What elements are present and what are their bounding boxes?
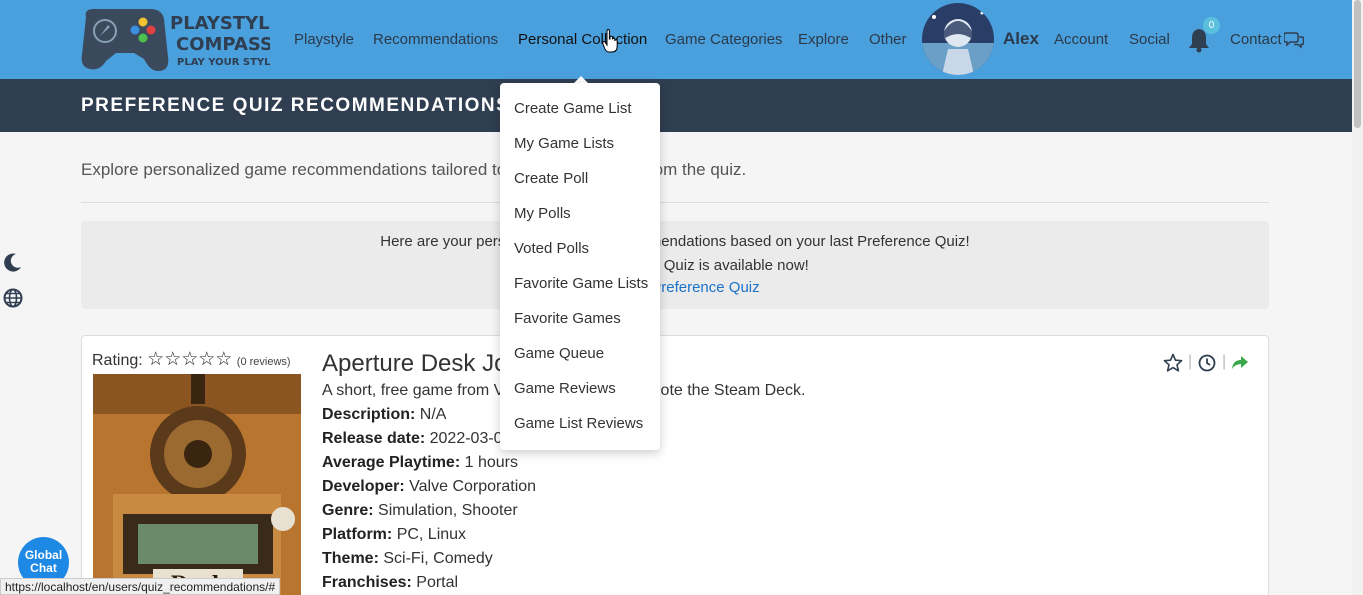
- field-label: Genre:: [322, 502, 374, 519]
- nav-game-categories[interactable]: Game Categories: [665, 31, 783, 48]
- game-release-date: Release date: 2022-03-01: [322, 430, 511, 448]
- menu-game-queue[interactable]: Game Queue: [514, 345, 604, 362]
- queue-clock-icon[interactable]: [1197, 353, 1217, 373]
- global-chat-line2: Chat: [30, 561, 57, 575]
- avatar[interactable]: [922, 3, 994, 75]
- game-description: Description: N/A: [322, 406, 446, 424]
- personal-collection-dropdown: Create Game List My Game Lists Create Po…: [500, 83, 660, 450]
- page-title: PREFERENCE QUIZ RECOMMENDATIONS: [81, 95, 511, 116]
- navbar: PLAYSTYLE COMPASS PLAY YOUR STYLE Playst…: [0, 0, 1352, 79]
- nav-account[interactable]: Account: [1054, 31, 1108, 48]
- field-label: Franchises:: [322, 574, 412, 591]
- rating-stars[interactable]: ☆☆☆☆☆: [147, 349, 232, 370]
- nav-explore[interactable]: Explore: [798, 31, 849, 48]
- menu-my-game-lists[interactable]: My Game Lists: [514, 135, 614, 152]
- game-cover-image[interactable]: Desk: [93, 374, 301, 595]
- nav-personal-collection[interactable]: Personal Collection: [518, 31, 647, 48]
- brand-line1: PLAYSTYLE: [170, 13, 270, 34]
- language-globe-icon[interactable]: [3, 288, 23, 308]
- review-count: (0 reviews): [236, 356, 291, 368]
- nav-social[interactable]: Social: [1129, 31, 1170, 48]
- menu-my-polls[interactable]: My Polls: [514, 205, 571, 222]
- separator: |: [1222, 353, 1227, 370]
- favorite-star-icon[interactable]: [1163, 353, 1183, 373]
- dark-mode-moon-icon[interactable]: [3, 252, 23, 272]
- game-platform: Platform: PC, Linux: [322, 526, 466, 544]
- game-developer: Developer: Valve Corporation: [322, 478, 536, 496]
- field-label: Theme:: [322, 550, 379, 567]
- field-value: Simulation, Shooter: [378, 502, 518, 519]
- field-value: N/A: [419, 406, 447, 423]
- brand-tagline: PLAY YOUR STYLE: [177, 57, 270, 68]
- menu-create-game-list[interactable]: Create Game List: [514, 100, 632, 117]
- field-value: Portal: [416, 574, 459, 591]
- field-label: Average Playtime:: [322, 454, 461, 471]
- notice-line-1: Here are your personalized game recommen…: [380, 233, 970, 250]
- username[interactable]: Alex: [1003, 29, 1039, 49]
- nav-other[interactable]: Other: [869, 31, 907, 48]
- game-title[interactable]: Aperture Desk Job: [322, 350, 521, 378]
- menu-favorite-game-lists[interactable]: Favorite Game Lists: [514, 275, 648, 292]
- field-label: Developer:: [322, 478, 405, 495]
- field-value: Valve Corporation: [409, 478, 537, 495]
- nav-playstyle[interactable]: Playstyle: [294, 31, 354, 48]
- field-value: 1 hours: [464, 454, 518, 471]
- menu-game-reviews[interactable]: Game Reviews: [514, 380, 616, 397]
- field-value: Sci-Fi, Comedy: [383, 550, 493, 567]
- page-scrollbar[interactable]: [1352, 0, 1363, 595]
- game-genre: Genre: Simulation, Shooter: [322, 502, 518, 520]
- scrollbar-thumb[interactable]: [1354, 0, 1361, 128]
- brand-line2: COMPASS: [176, 34, 270, 55]
- notification-badge: 0: [1203, 17, 1220, 34]
- game-theme: Theme: Sci-Fi, Comedy: [322, 550, 493, 568]
- menu-game-list-reviews[interactable]: Game List Reviews: [514, 415, 643, 432]
- game-playtime: Average Playtime: 1 hours: [322, 454, 518, 472]
- separator: |: [1188, 353, 1193, 370]
- divider: [81, 202, 1269, 203]
- quiz-notice: Here are your personalized game recommen…: [81, 221, 1269, 309]
- field-value: PC, Linux: [396, 526, 467, 543]
- notice-line-2: A new Preference Quiz is available now!: [541, 257, 809, 274]
- share-arrow-icon[interactable]: [1230, 353, 1250, 373]
- menu-voted-polls[interactable]: Voted Polls: [514, 240, 589, 257]
- brand-logo[interactable]: PLAYSTYLE COMPASS PLAY YOUR STYLE: [80, 5, 282, 73]
- nav-contact[interactable]: Contact: [1230, 31, 1282, 48]
- chat-bubbles-icon[interactable]: [1283, 31, 1305, 49]
- game-franchises: Franchises: Portal: [322, 574, 458, 592]
- rating-label: Rating:: [92, 352, 143, 369]
- field-label: Description:: [322, 406, 416, 423]
- nav-recommendations[interactable]: Recommendations: [373, 31, 498, 48]
- menu-favorite-games[interactable]: Favorite Games: [514, 310, 621, 327]
- field-label: Platform:: [322, 526, 393, 543]
- field-label: Release date:: [322, 430, 426, 447]
- menu-create-poll[interactable]: Create Poll: [514, 170, 588, 187]
- hand-cursor-icon: [602, 28, 618, 53]
- status-bar-url: https://localhost/en/users/quiz_recommen…: [0, 578, 281, 595]
- page-header: PREFERENCE QUIZ RECOMMENDATIONS: [0, 79, 1352, 132]
- game-rating: Rating: ☆☆☆☆☆ (0 reviews): [92, 348, 291, 371]
